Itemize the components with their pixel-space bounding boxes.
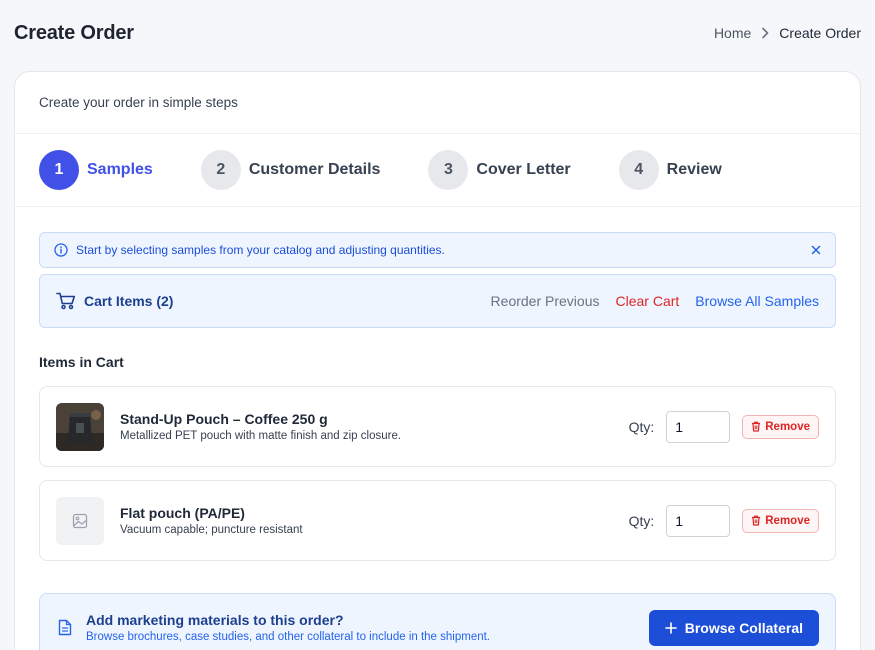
marketing-title: Add marketing materials to this order? [86, 612, 344, 628]
reorder-previous-link[interactable]: Reorder Previous [491, 293, 600, 309]
breadcrumb-home-link[interactable]: Home [714, 25, 751, 41]
remove-label: Remove [765, 420, 810, 433]
browse-collateral-button[interactable]: Browse Collateral [648, 610, 819, 646]
cart-actions: Reorder Previous Clear Cart Browse All S… [491, 293, 819, 309]
page-header: Create Order Home Create Order [14, 18, 861, 48]
card-subtitle: Create your order in simple steps [15, 72, 860, 134]
browse-all-samples-link[interactable]: Browse All Samples [695, 293, 819, 309]
step-label: Samples [87, 161, 153, 178]
qty-label: Qty: [628, 512, 655, 529]
cart-icon [56, 292, 76, 310]
marketing-materials-banner: Add marketing materials to this order? B… [39, 593, 836, 650]
remove-button[interactable]: Remove [742, 414, 819, 439]
marketing-subtitle: Browse brochures, case studies, and othe… [86, 631, 490, 643]
step-number: 2 [200, 150, 241, 190]
item-info: Stand-Up Pouch – Coffee 250 g Metallized… [120, 411, 629, 442]
quantity-input[interactable] [666, 504, 731, 537]
cart-bar: Cart Items (2) Reorder Previous Clear Ca… [39, 274, 836, 328]
step-label: Customer Details [248, 161, 381, 178]
close-icon[interactable] [811, 245, 821, 255]
chevron-right-icon [761, 27, 769, 39]
clear-cart-link[interactable]: Clear Cart [615, 293, 679, 309]
step-number: 3 [428, 150, 469, 190]
item-description: Vacuum capable; puncture resistant [120, 524, 303, 536]
plus-icon [664, 622, 677, 634]
remove-label: Remove [765, 514, 810, 527]
step-samples[interactable]: 1 Samples [39, 150, 153, 190]
step-label: Cover Letter [476, 161, 571, 178]
page-title: Create Order [14, 21, 134, 44]
breadcrumb: Home Create Order [714, 25, 861, 41]
step-customer-details[interactable]: 2 Customer Details [200, 150, 381, 190]
cart-title-label: Cart Items (2) [84, 293, 174, 309]
step-number: 4 [618, 150, 659, 190]
quantity-input[interactable] [666, 410, 731, 443]
step-review[interactable]: 4 Review [618, 150, 722, 190]
qty-label: Qty: [628, 418, 655, 435]
info-icon [54, 243, 68, 257]
browse-collateral-label: Browse Collateral [684, 620, 803, 636]
trash-icon [751, 421, 761, 432]
marketing-text: Add marketing materials to this order? B… [86, 612, 649, 643]
breadcrumb-current: Create Order [779, 25, 861, 41]
document-icon [58, 619, 72, 636]
step-cover-letter[interactable]: 3 Cover Letter [428, 150, 571, 190]
cart-item: Stand-Up Pouch – Coffee 250 g Metallized… [39, 386, 836, 467]
remove-button[interactable]: Remove [742, 508, 819, 533]
items-in-cart-heading: Items in Cart [39, 354, 124, 370]
image-placeholder-icon [56, 496, 104, 545]
info-alert: Start by selecting samples from your cat… [39, 232, 836, 268]
info-alert-text: Start by selecting samples from your cat… [76, 243, 445, 257]
step-number: 1 [39, 150, 79, 190]
item-description: Metallized PET pouch with matte finish a… [120, 430, 402, 442]
item-name: Flat pouch (PA/PE) [120, 505, 245, 521]
order-card: Create your order in simple steps 1 Samp… [14, 71, 861, 650]
trash-icon [751, 515, 761, 526]
cart-title: Cart Items (2) [56, 292, 491, 310]
product-image [56, 402, 104, 451]
step-label: Review [666, 161, 722, 178]
item-info: Flat pouch (PA/PE) Vacuum capable; punct… [120, 505, 629, 536]
cart-item: Flat pouch (PA/PE) Vacuum capable; punct… [39, 480, 836, 561]
stepper: 1 Samples 2 Customer Details 3 Cover Let… [15, 134, 860, 207]
step-content: Start by selecting samples from your cat… [15, 207, 860, 650]
item-name: Stand-Up Pouch – Coffee 250 g [120, 411, 328, 427]
